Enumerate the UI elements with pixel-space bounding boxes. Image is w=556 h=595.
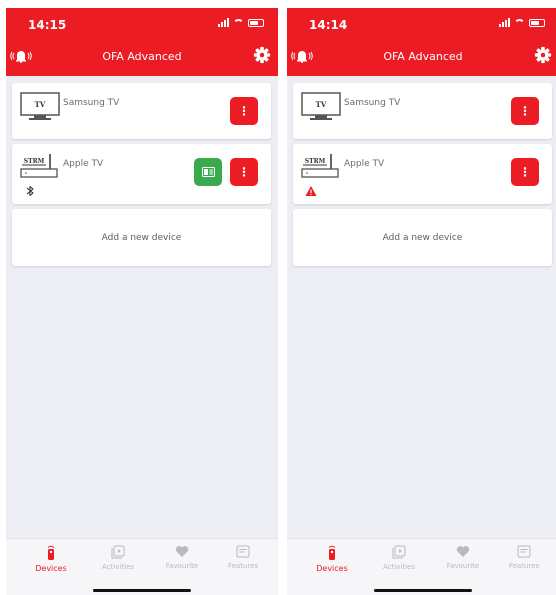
add-device-card[interactable]: Add a new device bbox=[293, 209, 552, 266]
tv-icon-label: TV bbox=[316, 100, 327, 109]
menu-button[interactable]: ⋮ bbox=[511, 158, 539, 186]
remote-button[interactable] bbox=[194, 158, 222, 186]
device-name: Samsung TV bbox=[344, 98, 401, 108]
signal-icon bbox=[218, 18, 229, 27]
tab-features[interactable]: Features bbox=[494, 545, 554, 570]
tab-label: Devices bbox=[35, 564, 67, 573]
bluetooth-icon bbox=[26, 185, 34, 197]
remote-control-icon bbox=[328, 545, 336, 560]
tab-label: Features bbox=[508, 562, 540, 570]
menu-button[interactable]: ⋮ bbox=[511, 97, 539, 125]
home-indicator bbox=[93, 589, 191, 592]
device-name: Apple TV bbox=[344, 159, 385, 169]
tab-activities[interactable]: Activities bbox=[369, 545, 429, 571]
remote-control-icon bbox=[47, 545, 55, 560]
phone-screen-left: 14:15 OFA Advanced TV Samsung TV ⋮ STRM … bbox=[6, 8, 278, 595]
wifi-icon bbox=[233, 18, 244, 27]
gear-icon[interactable] bbox=[253, 46, 271, 64]
battery-icon bbox=[248, 18, 264, 27]
streamer-icon: STRM bbox=[20, 154, 58, 178]
tab-label: Favourite bbox=[446, 562, 480, 570]
tab-label: Activities bbox=[383, 563, 415, 571]
signal-icon bbox=[499, 18, 510, 27]
status-icons bbox=[218, 18, 264, 27]
device-card-apple-tv[interactable]: STRM Apple TV ⋮ bbox=[12, 144, 271, 204]
tv-icon: TV bbox=[20, 92, 60, 120]
app-header: 14:15 OFA Advanced bbox=[6, 8, 278, 76]
tab-favourite[interactable]: Favourite bbox=[433, 545, 493, 570]
device-name: Samsung TV bbox=[63, 98, 120, 108]
more-vertical-icon: ⋮ bbox=[238, 104, 250, 118]
streamer-icon-label: STRM bbox=[305, 158, 326, 165]
activities-icon bbox=[392, 545, 406, 559]
wifi-icon bbox=[514, 18, 525, 27]
device-card-apple-tv[interactable]: STRM Apple TV ⋮ bbox=[293, 144, 552, 204]
tab-favourite[interactable]: Favourite bbox=[152, 545, 212, 570]
tab-label: Devices bbox=[316, 564, 348, 573]
app-title: OFA Advanced bbox=[102, 50, 182, 63]
tv-icon-label: TV bbox=[35, 100, 46, 109]
device-name: Apple TV bbox=[63, 159, 104, 169]
tab-label: Favourite bbox=[165, 562, 199, 570]
more-vertical-icon: ⋮ bbox=[519, 165, 531, 179]
tv-icon: TV bbox=[301, 92, 341, 120]
menu-button[interactable]: ⋮ bbox=[230, 158, 258, 186]
add-device-label: Add a new device bbox=[382, 232, 463, 243]
tab-bar: Devices Activities Favourite Features bbox=[287, 538, 556, 595]
phone-screen-right: 14:14 OFA Advanced TV Samsung TV ⋮ STRM … bbox=[287, 8, 556, 595]
remote-icon bbox=[201, 167, 215, 177]
tab-label: Features bbox=[227, 562, 259, 570]
tab-activities[interactable]: Activities bbox=[88, 545, 148, 571]
tab-devices[interactable]: Devices bbox=[302, 545, 362, 573]
device-card-samsung-tv[interactable]: TV Samsung TV ⋮ bbox=[293, 83, 552, 139]
features-icon bbox=[517, 545, 531, 558]
more-vertical-icon: ⋮ bbox=[519, 104, 531, 118]
battery-icon bbox=[529, 18, 545, 27]
warning-icon bbox=[305, 186, 317, 196]
status-time: 14:14 bbox=[309, 18, 348, 32]
more-vertical-icon: ⋮ bbox=[238, 165, 250, 179]
tab-features[interactable]: Features bbox=[213, 545, 273, 570]
device-card-samsung-tv[interactable]: TV Samsung TV ⋮ bbox=[12, 83, 271, 139]
streamer-icon-label: STRM bbox=[24, 158, 45, 165]
app-header: 14:14 OFA Advanced bbox=[287, 8, 556, 76]
home-indicator bbox=[374, 589, 472, 592]
features-icon bbox=[236, 545, 250, 558]
tab-bar: Devices Activities Favourite Features bbox=[6, 538, 278, 595]
activities-icon bbox=[111, 545, 125, 559]
tab-label: Activities bbox=[102, 563, 134, 571]
add-device-label: Add a new device bbox=[101, 232, 182, 243]
app-title: OFA Advanced bbox=[383, 50, 463, 63]
streamer-icon: STRM bbox=[301, 154, 339, 178]
status-time: 14:15 bbox=[28, 18, 67, 32]
heart-icon bbox=[175, 546, 189, 557]
add-device-card[interactable]: Add a new device bbox=[12, 209, 271, 266]
tab-devices[interactable]: Devices bbox=[21, 545, 81, 573]
menu-button[interactable]: ⋮ bbox=[230, 97, 258, 125]
gear-icon[interactable] bbox=[534, 46, 552, 64]
heart-icon bbox=[456, 546, 470, 557]
status-icons bbox=[499, 18, 545, 27]
